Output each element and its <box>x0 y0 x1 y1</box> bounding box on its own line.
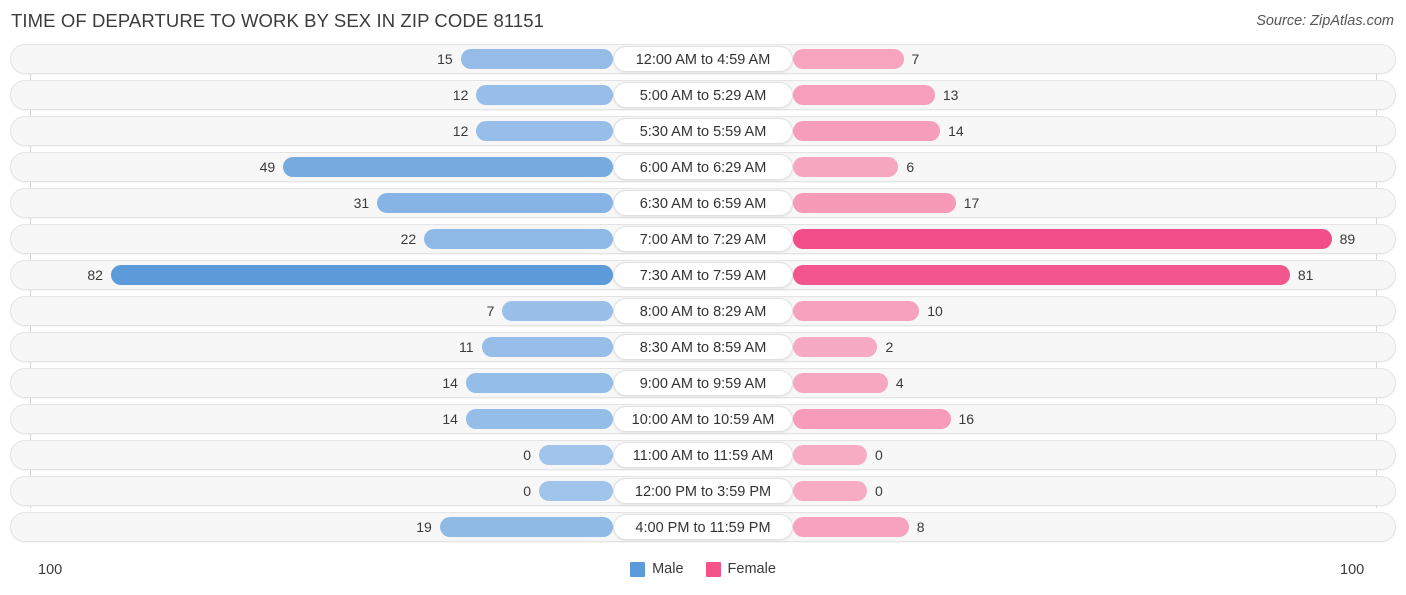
bar-value-male: 22 <box>400 231 417 247</box>
bar-value-male: 7 <box>486 303 495 319</box>
legend-item-female[interactable]: Female <box>705 561 776 577</box>
chart-footer: 100 100 Male Female <box>0 552 1406 595</box>
bar-female[interactable] <box>793 409 951 429</box>
chart-row: 0 0 11:00 AM to 11:59 AM <box>0 440 1406 470</box>
bar-value-male: 12 <box>452 123 469 139</box>
bar-male[interactable] <box>377 193 613 213</box>
category-label: 8:00 AM to 8:29 AM <box>613 298 793 324</box>
bar-female[interactable] <box>793 301 920 321</box>
chart-header: TIME OF DEPARTURE TO WORK BY SEX IN ZIP … <box>0 0 1406 44</box>
category-label: 9:00 AM to 9:59 AM <box>613 370 793 396</box>
bar-female[interactable] <box>793 337 878 357</box>
bar-value-female: 17 <box>963 195 980 211</box>
category-label: 7:30 AM to 7:59 AM <box>613 262 793 288</box>
bar-male[interactable] <box>424 229 613 249</box>
bar-female[interactable] <box>793 265 1290 285</box>
bar-female[interactable] <box>793 373 888 393</box>
bar-value-male: 15 <box>437 51 453 67</box>
source-attribution: Source: ZipAtlas.com <box>1256 13 1394 29</box>
legend-label-female: Female <box>727 561 776 577</box>
bar-value-male: 49 <box>259 159 276 175</box>
category-label: 6:00 AM to 6:29 AM <box>613 154 793 180</box>
category-label: 10:00 AM to 10:59 AM <box>613 406 793 432</box>
chart-plot-area: 15 7 12:00 AM to 4:59 AM 12 13 5:00 AM to 5:2… <box>0 44 1406 552</box>
bar-value-female: 81 <box>1297 267 1314 283</box>
legend-swatch-male-icon <box>630 561 646 577</box>
bar-value-female: 4 <box>895 375 904 391</box>
bar-value-female: 2 <box>885 339 894 355</box>
category-label: 12:00 AM to 4:59 AM <box>613 46 793 72</box>
chart-row: 22 89 7:00 AM to 7:29 AM <box>0 224 1406 254</box>
bar-male[interactable] <box>539 445 613 465</box>
legend-label-male: Male <box>652 561 684 577</box>
bar-male[interactable] <box>476 121 613 141</box>
chart-row: 49 6 6:00 AM to 6:29 AM <box>0 152 1406 182</box>
bar-value-female: 16 <box>958 411 975 427</box>
bar-value-male: 31 <box>353 195 370 211</box>
bar-female[interactable] <box>793 157 899 177</box>
chart-row: 19 8 4:00 PM to 11:59 PM <box>0 512 1406 542</box>
legend-swatch-female-icon <box>705 561 721 577</box>
bar-male[interactable] <box>539 481 613 501</box>
bar-value-female: 6 <box>906 159 915 175</box>
bar-value-female: 7 <box>911 51 920 67</box>
bar-male[interactable] <box>439 517 613 537</box>
chart-row: 82 81 7:30 AM to 7:59 AM <box>0 260 1406 290</box>
bar-value-female: 13 <box>942 87 959 103</box>
chart-row: 7 10 8:00 AM to 8:29 AM <box>0 296 1406 326</box>
bar-male[interactable] <box>481 337 613 357</box>
bar-male[interactable] <box>476 85 613 105</box>
bar-value-male: 14 <box>442 375 458 391</box>
chart-row: 31 17 6:30 AM to 6:59 AM <box>0 188 1406 218</box>
category-label: 11:00 AM to 11:59 AM <box>613 442 793 468</box>
bar-value-male: 0 <box>523 447 531 463</box>
bar-female[interactable] <box>793 85 935 105</box>
chart-row: 14 4 9:00 AM to 9:59 AM <box>0 368 1406 398</box>
bar-male[interactable] <box>110 265 613 285</box>
bar-female[interactable] <box>793 229 1332 249</box>
bar-male[interactable] <box>502 301 613 321</box>
bar-value-male: 19 <box>416 519 432 535</box>
category-label: 8:30 AM to 8:59 AM <box>613 334 793 360</box>
chart-row: 14 16 10:00 AM to 10:59 AM <box>0 404 1406 434</box>
category-label: 7:00 AM to 7:29 AM <box>613 226 793 252</box>
bar-value-female: 89 <box>1339 231 1356 247</box>
bar-value-male: 82 <box>87 267 103 283</box>
bar-value-male: 11 <box>459 339 474 355</box>
bar-value-female: 14 <box>948 123 964 139</box>
bar-value-female: 0 <box>875 483 883 499</box>
bar-value-male: 14 <box>442 411 458 427</box>
bar-male[interactable] <box>465 373 613 393</box>
chart-row: 11 2 8:30 AM to 8:59 AM <box>0 332 1406 362</box>
chart-row: 12 13 5:00 AM to 5:29 AM <box>0 80 1406 110</box>
bar-male[interactable] <box>460 49 613 69</box>
bar-female[interactable] <box>793 481 867 501</box>
bar-female[interactable] <box>793 193 956 213</box>
chart-row: 0 0 12:00 PM to 3:59 PM <box>0 476 1406 506</box>
chart-legend: Male Female <box>0 561 1406 577</box>
bar-female[interactable] <box>793 121 941 141</box>
legend-item-male[interactable]: Male <box>630 561 684 577</box>
bar-male[interactable] <box>283 157 613 177</box>
bar-value-female: 10 <box>927 303 943 319</box>
bar-value-male: 12 <box>452 87 469 103</box>
category-label: 6:30 AM to 6:59 AM <box>613 190 793 216</box>
category-label: 4:00 PM to 11:59 PM <box>613 514 793 540</box>
chart-rows: 15 7 12:00 AM to 4:59 AM 12 13 5:00 AM to 5:2… <box>0 44 1406 548</box>
bar-female[interactable] <box>793 49 904 69</box>
page-title: TIME OF DEPARTURE TO WORK BY SEX IN ZIP … <box>11 10 545 31</box>
category-label: 5:00 AM to 5:29 AM <box>613 82 793 108</box>
chart-row: 15 7 12:00 AM to 4:59 AM <box>0 44 1406 74</box>
bar-female[interactable] <box>793 445 867 465</box>
chart-row: 12 14 5:30 AM to 5:59 AM <box>0 116 1406 146</box>
category-label: 12:00 PM to 3:59 PM <box>613 478 793 504</box>
bar-female[interactable] <box>793 517 909 537</box>
bar-value-male: 0 <box>523 483 531 499</box>
bar-value-female: 8 <box>916 519 925 535</box>
bar-value-female: 0 <box>875 447 883 463</box>
category-label: 5:30 AM to 5:59 AM <box>613 118 793 144</box>
bar-male[interactable] <box>465 409 613 429</box>
